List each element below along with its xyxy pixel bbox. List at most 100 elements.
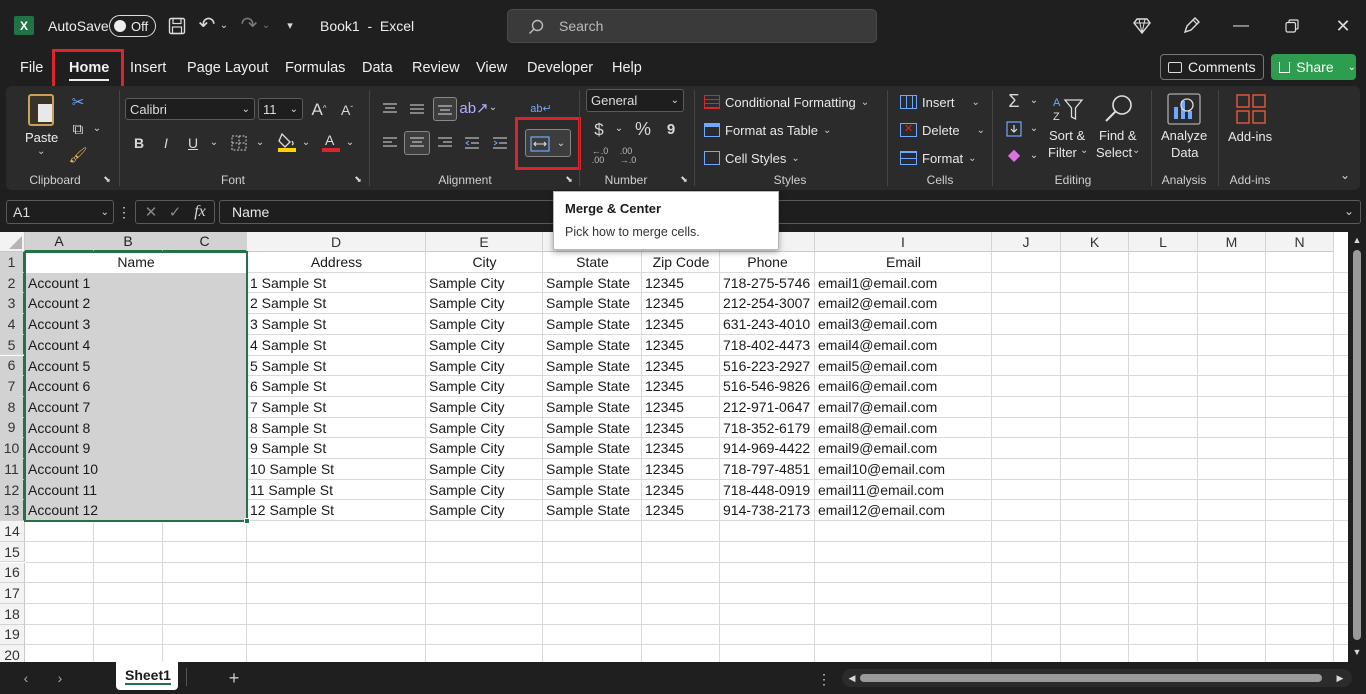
header-cell[interactable]: State <box>543 252 642 273</box>
table-cell[interactable]: Sample State <box>543 273 642 294</box>
table-cell[interactable]: 914-738-2173 <box>720 500 815 521</box>
table-cell[interactable]: email12@email.com <box>815 500 992 521</box>
table-cell[interactable]: Sample State <box>543 376 642 397</box>
row-header-9[interactable]: 9 <box>0 417 25 439</box>
redo-icon[interactable]: ↷ <box>238 14 260 36</box>
table-cell[interactable]: Sample State <box>543 356 642 377</box>
fill-dropdown-icon[interactable]: ⌄ <box>1028 121 1040 137</box>
currency-dropdown-icon[interactable]: ⌄ <box>613 121 625 137</box>
column-header-e[interactable]: E <box>426 232 543 252</box>
table-cell[interactable]: email10@email.com <box>815 459 992 480</box>
tab-options-icon[interactable]: ⋮ <box>817 670 831 688</box>
close-icon[interactable]: ✕ <box>1332 15 1354 37</box>
save-icon[interactable] <box>166 15 188 37</box>
copy-dropdown-icon[interactable]: ⌄ <box>91 121 103 137</box>
align-right-icon[interactable] <box>435 133 455 153</box>
tab-file[interactable]: File <box>20 60 43 76</box>
vertical-scroll-thumb[interactable] <box>1353 250 1361 640</box>
table-cell[interactable]: Account 12 <box>25 500 247 521</box>
increase-decimal-icon[interactable]: ←.0.00 <box>589 146 611 166</box>
table-cell[interactable]: email4@email.com <box>815 335 992 356</box>
cell-styles-button[interactable]: Cell Styles ⌄ <box>704 148 800 168</box>
align-left-icon[interactable] <box>380 133 400 153</box>
paste-button[interactable]: Paste ⌄ <box>22 92 60 160</box>
alignment-launcher-icon[interactable]: ⬊ <box>563 173 575 185</box>
table-cell[interactable]: Account 3 <box>25 314 247 335</box>
minimize-icon[interactable]: — <box>1230 15 1252 37</box>
row-header-5[interactable]: 5 <box>0 334 25 356</box>
autosave-toggle[interactable]: Off <box>109 15 156 37</box>
font-size-select[interactable]: 11 ⌄ <box>258 98 303 120</box>
table-cell[interactable]: 1 Sample St <box>247 273 426 294</box>
table-cell[interactable]: 8 Sample St <box>247 418 426 439</box>
row-header-14[interactable]: 14 <box>0 521 25 542</box>
sort-filter-button[interactable]: AZ Sort & Filter ⌄ <box>1046 92 1092 162</box>
format-as-table-button[interactable]: Format as Table ⌄ <box>704 120 831 140</box>
tab-developer[interactable]: Developer <box>527 60 593 76</box>
insert-cells-button[interactable]: Insert ⌄ <box>900 92 980 112</box>
increase-indent-icon[interactable] <box>490 133 510 153</box>
table-cell[interactable]: Sample State <box>543 438 642 459</box>
restore-icon[interactable] <box>1281 15 1303 37</box>
column-header-m[interactable]: M <box>1198 232 1266 252</box>
table-cell[interactable]: 9 Sample St <box>247 438 426 459</box>
table-cell[interactable]: Sample State <box>543 480 642 501</box>
row-header-19[interactable]: 19 <box>0 624 25 646</box>
table-cell[interactable]: Sample State <box>543 418 642 439</box>
header-cell[interactable]: Zip Code <box>642 252 720 273</box>
table-cell[interactable]: Sample City <box>426 376 543 397</box>
table-cell[interactable]: Account 10 <box>25 459 247 480</box>
row-header-1[interactable]: 1 <box>0 252 25 273</box>
middle-align-icon[interactable] <box>407 99 427 119</box>
font-color-icon[interactable]: A <box>320 130 342 154</box>
table-cell[interactable]: Account 11 <box>25 480 247 501</box>
tab-insert[interactable]: Insert <box>130 60 166 76</box>
currency-button[interactable]: $ <box>590 119 608 139</box>
table-cell[interactable]: 718-797-4851 <box>720 459 815 480</box>
format-painter-icon[interactable]: 🖌 <box>68 145 88 165</box>
header-cell[interactable]: Phone <box>720 252 815 273</box>
find-select-button[interactable]: Find & Select ⌄ <box>1095 92 1143 162</box>
column-header-k[interactable]: K <box>1061 232 1129 252</box>
customize-toolbar-icon[interactable]: ▾ <box>282 16 298 36</box>
underline-dropdown-icon[interactable]: ⌄ <box>208 135 220 151</box>
wrap-text-icon[interactable]: ab↵ <box>530 99 552 119</box>
table-cell[interactable]: 4 Sample St <box>247 335 426 356</box>
decrease-decimal-icon[interactable]: .00 →.0 <box>617 146 639 166</box>
format-cells-button[interactable]: Format ⌄ <box>900 148 977 168</box>
table-cell[interactable]: 12345 <box>642 397 720 418</box>
next-sheet-icon[interactable]: › <box>52 670 68 686</box>
copy-icon[interactable]: ⧉ <box>68 119 88 139</box>
add-sheet-icon[interactable]: + <box>224 668 244 688</box>
table-cell[interactable]: 12345 <box>642 273 720 294</box>
table-cell[interactable]: 12345 <box>642 314 720 335</box>
table-cell[interactable]: Sample State <box>543 397 642 418</box>
select-all-corner[interactable] <box>0 232 25 252</box>
table-cell[interactable]: email3@email.com <box>815 314 992 335</box>
column-header-l[interactable]: L <box>1129 232 1198 252</box>
italic-button[interactable]: I <box>157 133 175 153</box>
table-cell[interactable]: Sample City <box>426 397 543 418</box>
underline-button[interactable]: U <box>184 133 202 153</box>
table-cell[interactable]: email8@email.com <box>815 418 992 439</box>
table-cell[interactable]: 631-243-4010 <box>720 314 815 335</box>
undo-icon[interactable]: ↶ <box>196 14 218 36</box>
column-header-d[interactable]: D <box>247 232 426 252</box>
enter-icon[interactable]: ✓ <box>166 203 184 221</box>
table-cell[interactable]: 2 Sample St <box>247 293 426 314</box>
row-header-15[interactable]: 15 <box>0 541 25 563</box>
table-cell[interactable]: 12345 <box>642 459 720 480</box>
percent-button[interactable]: % <box>632 119 654 139</box>
font-launcher-icon[interactable]: ⬊ <box>352 173 364 185</box>
table-cell[interactable]: Sample City <box>426 480 543 501</box>
name-box[interactable]: A1 ⌄ <box>6 200 114 224</box>
header-cell[interactable]: Address <box>247 252 426 273</box>
row-header-18[interactable]: 18 <box>0 603 25 625</box>
autosum-icon[interactable]: Σ <box>1004 91 1024 111</box>
worksheet-grid[interactable]: ABCDEFGHIJKLMN 1234567891011121314151617… <box>0 232 1348 662</box>
table-cell[interactable]: 12345 <box>642 356 720 377</box>
column-header-i[interactable]: I <box>815 232 992 252</box>
clear-icon[interactable]: ◆ <box>1004 146 1024 166</box>
table-cell[interactable]: 12345 <box>642 335 720 356</box>
table-cell[interactable]: 718-352-6179 <box>720 418 815 439</box>
